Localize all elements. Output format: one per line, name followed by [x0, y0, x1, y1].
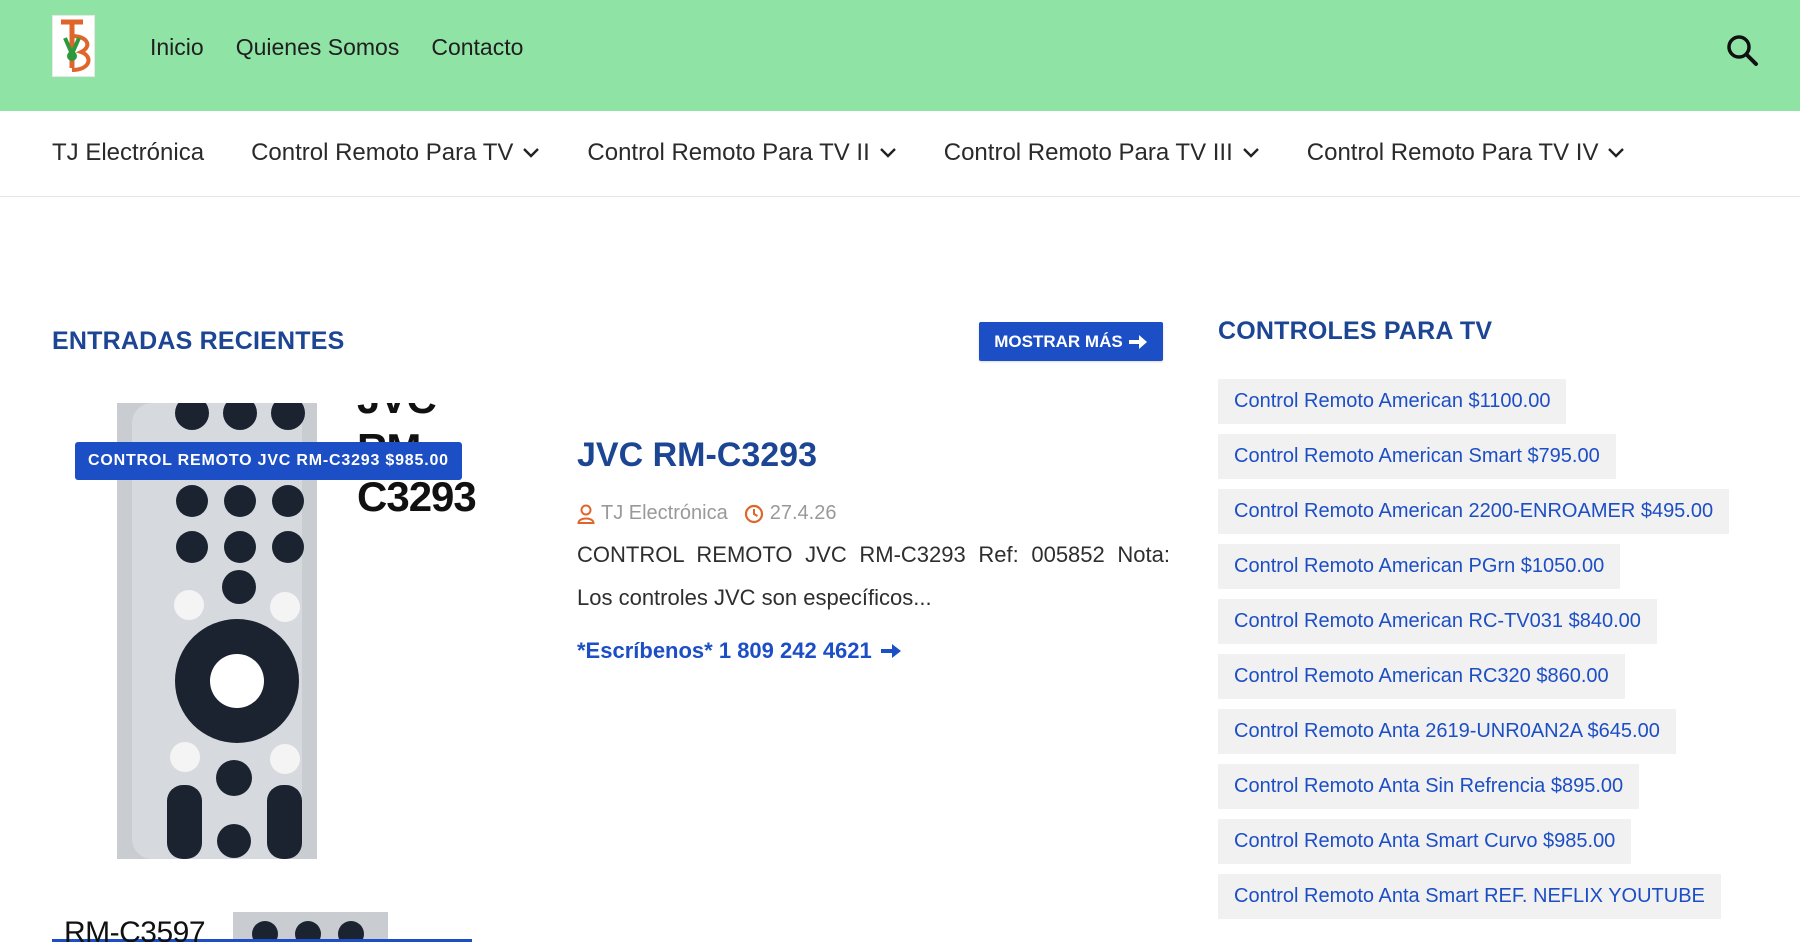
- clock-icon: [744, 504, 763, 523]
- category-nav-item[interactable]: Control Remoto Para TV III: [944, 139, 1260, 167]
- recent-posts-title: ENTRADAS RECIENTES: [52, 327, 345, 355]
- category-nav-label: Control Remoto Para TV III: [943, 139, 1233, 166]
- sidebar-title: CONTROLES PARA TV: [1218, 317, 1493, 345]
- post-title[interactable]: JVC RM-C3293: [577, 436, 817, 475]
- category-nav-item[interactable]: Control Remoto Para TV: [251, 139, 540, 167]
- post-date: 27.4.26: [769, 502, 837, 524]
- thumbnail-brand-text: JVC: [357, 403, 437, 423]
- logo-icon: [61, 19, 91, 72]
- nav-quienes-somos[interactable]: Quienes Somos: [236, 34, 400, 61]
- category-nav-label: Control Remoto Para TV II: [587, 139, 870, 166]
- site-logo[interactable]: [52, 15, 95, 77]
- show-more-label: MOSTRAR MÁS: [994, 331, 1123, 351]
- top-header: Inicio Quienes Somos Contacto: [0, 0, 1800, 111]
- contact-link[interactable]: *Escríbenos* 1 809 242 4621: [577, 638, 902, 664]
- post-thumbnail[interactable]: RM-C3597: [52, 912, 472, 942]
- arrow-right-icon: [1128, 334, 1147, 349]
- category-nav: TJ Electrónica Control Remoto Para TV Co…: [0, 111, 1800, 197]
- nav-contacto[interactable]: Contacto: [431, 34, 523, 61]
- category-nav-label: TJ Electrónica: [52, 139, 205, 166]
- tag-link[interactable]: Control Remoto American $1100.00: [1218, 379, 1567, 424]
- category-nav-item[interactable]: TJ Electrónica: [52, 139, 204, 167]
- category-nav-label: Control Remoto Para TV IV: [1306, 139, 1599, 166]
- contact-link-label: *Escríbenos* 1 809 242 4621: [577, 638, 872, 663]
- category-nav-label: Control Remoto Para TV: [251, 139, 514, 166]
- chevron-down-icon: [879, 148, 896, 158]
- search-icon: [1727, 35, 1758, 66]
- show-more-button[interactable]: MOSTRAR MÁS: [979, 322, 1163, 361]
- tag-link[interactable]: Control Remoto American PGrn $1050.00: [1218, 544, 1621, 589]
- chevron-down-icon: [1242, 148, 1259, 158]
- user-icon: [577, 504, 595, 524]
- tag-link[interactable]: Control Remoto Anta 2619-UNR0AN2A $645.0…: [1218, 709, 1676, 754]
- search-button[interactable]: [1725, 33, 1759, 67]
- tag-link[interactable]: Control Remoto American Smart $795.00: [1218, 434, 1616, 479]
- top-nav: Inicio Quienes Somos Contacto: [150, 34, 523, 61]
- post-author[interactable]: TJ Electrónica: [601, 502, 728, 525]
- chevron-down-icon: [1608, 148, 1625, 158]
- tag-link[interactable]: Control Remoto American RC320 $860.00: [1218, 654, 1625, 699]
- chevron-down-icon: [523, 148, 540, 158]
- post-meta: TJ Electrónica 27.4.26: [577, 502, 836, 525]
- post-category-badge[interactable]: CONTROL REMOTO JVC RM-C3293 $985.00: [75, 442, 462, 480]
- thumbnail-model-text: RM-C3597: [64, 916, 206, 942]
- tag-link[interactable]: Control Remoto American 2200-ENROAMER $4…: [1218, 489, 1730, 534]
- tag-link[interactable]: Control Remoto Anta Smart REF. NEFLIX YO…: [1218, 874, 1721, 919]
- tag-link[interactable]: Control Remoto Anta Sin Refrencia $895.0…: [1218, 764, 1640, 809]
- tag-list: Control Remoto American $1100.00 Control…: [1218, 379, 1758, 929]
- post-excerpt: CONTROL REMOTO JVC RM-C3293 Ref: 005852 …: [577, 542, 1170, 610]
- category-nav-item[interactable]: Control Remoto Para TV II: [587, 139, 896, 167]
- tag-link[interactable]: Control Remoto Anta Smart Curvo $985.00: [1218, 819, 1632, 864]
- nav-inicio[interactable]: Inicio: [150, 34, 204, 61]
- tag-link[interactable]: Control Remoto American RC-TV031 $840.00: [1218, 599, 1657, 644]
- category-nav-item[interactable]: Control Remoto Para TV IV: [1307, 139, 1626, 167]
- arrow-right-icon: [880, 644, 901, 658]
